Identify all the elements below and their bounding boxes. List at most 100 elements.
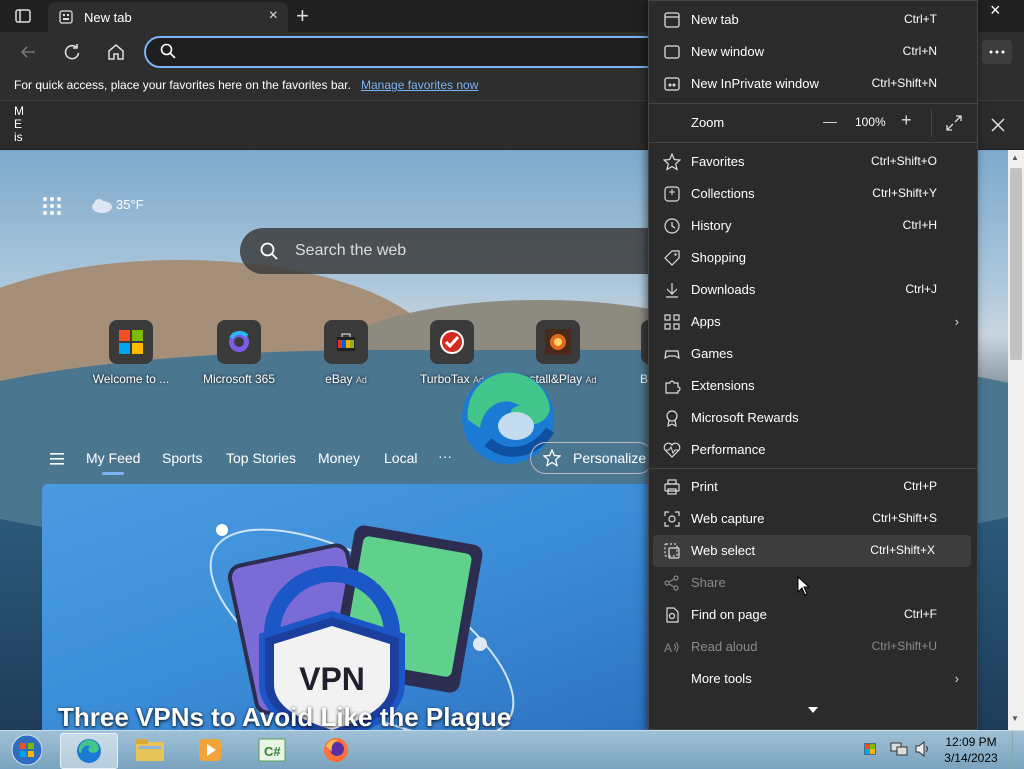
back-icon[interactable]: [18, 42, 38, 62]
settings-and-more-button[interactable]: [982, 40, 1012, 64]
feed-tab-local[interactable]: Local: [384, 450, 417, 466]
svg-text:A: A: [664, 641, 672, 655]
menu-item-shortcut: Ctrl+Shift+U: [871, 639, 937, 653]
scrollbar-thumb[interactable]: [1010, 168, 1022, 360]
network-icon[interactable]: [890, 741, 908, 757]
shortcut-welcome[interactable]: Welcome to ...: [86, 320, 176, 386]
window-icon: [663, 43, 681, 61]
feed-tab-sports[interactable]: Sports: [162, 450, 202, 466]
info-bar-close-icon[interactable]: [990, 117, 1006, 133]
flag-icon[interactable]: [862, 741, 878, 757]
menu-item-history[interactable]: History Ctrl+H: [649, 210, 977, 242]
new-tab-button[interactable]: +: [296, 3, 309, 29]
menu-item-games[interactable]: Games: [649, 338, 977, 370]
menu-item-shortcut: Ctrl+Shift+O: [870, 154, 937, 168]
menu-item-label: New window: [691, 44, 764, 59]
tag-icon: [663, 249, 681, 267]
menu-item-label: Favorites: [691, 154, 745, 169]
personalize-button[interactable]: Personalize: [530, 442, 654, 474]
feed-tab-my-feed[interactable]: My Feed: [86, 450, 140, 466]
tab-close-icon[interactable]: ×: [269, 7, 278, 25]
menu-item-label: Extensions: [691, 378, 755, 393]
scroll-down-icon[interactable]: ▼: [1011, 714, 1019, 723]
tab-actions-icon[interactable]: [14, 7, 32, 25]
taskbar-firefox-button[interactable]: [308, 733, 364, 767]
shortcut-microsoft-365[interactable]: Microsoft 365: [194, 320, 284, 386]
article-card[interactable]: VPN Three VPNs to Avoid Like the Plague: [42, 484, 662, 744]
web-search-box[interactable]: Search the web: [240, 228, 670, 274]
menu-item-more-tools[interactable]: More tools ›: [649, 663, 977, 695]
zoom-out-button[interactable]: —: [823, 113, 837, 129]
feed-menu-icon[interactable]: [50, 452, 66, 466]
menu-item-microsoft-rewards[interactable]: Microsoft Rewards: [649, 402, 977, 434]
menu-item-shortcut: Ctrl+N: [902, 44, 937, 58]
menu-item-label: Shopping: [691, 250, 746, 265]
menu-item-collections[interactable]: Collections Ctrl+Shift+Y: [649, 178, 977, 210]
menu-item-find-on-page[interactable]: Find on page Ctrl+F: [649, 599, 977, 631]
svg-text:C#: C#: [264, 744, 281, 759]
menu-item-favorites[interactable]: Favorites Ctrl+Shift+O: [649, 146, 977, 178]
show-desktop-button[interactable]: [1012, 731, 1024, 769]
new-tab-icon: [663, 11, 681, 29]
search-icon: [260, 242, 278, 260]
address-bar[interactable]: [144, 36, 708, 68]
weather-temperature[interactable]: 35°F: [116, 197, 144, 212]
feed-more-button[interactable]: ···: [438, 448, 452, 464]
feed-tab-money[interactable]: Money: [318, 450, 360, 466]
share-icon: [663, 574, 681, 592]
home-icon[interactable]: [106, 42, 126, 62]
rewards-icon: [663, 409, 681, 427]
clock-time: 12:09 PM: [945, 735, 997, 749]
menu-divider: [649, 468, 977, 469]
star-outline-icon: [543, 449, 561, 467]
taskbar-edge-button[interactable]: [60, 733, 118, 769]
menu-item-extensions[interactable]: Extensions: [649, 370, 977, 402]
scroll-up-icon[interactable]: ▲: [1011, 153, 1019, 162]
chevron-right-icon: ›: [954, 671, 959, 686]
history-icon: [663, 217, 681, 235]
taskbar-clock[interactable]: 12:09 PM 3/14/2023: [936, 734, 1006, 766]
fullscreen-icon[interactable]: [945, 114, 963, 132]
close-window-icon[interactable]: ×: [990, 0, 1001, 21]
feed-tab-top-stories[interactable]: Top Stories: [226, 450, 296, 466]
print-icon: [663, 478, 681, 496]
menu-item-read-aloud[interactable]: A Read aloud Ctrl+Shift+U: [649, 631, 977, 663]
shortcut-label: B: [640, 372, 649, 386]
search-icon: [160, 43, 176, 59]
manage-favorites-link[interactable]: Manage favorites now: [361, 78, 478, 92]
apps-launcher-icon[interactable]: [42, 196, 62, 216]
taskbar-file-explorer-button[interactable]: [122, 733, 178, 767]
find-icon: [663, 606, 681, 624]
menu-item-new-inprivate-window[interactable]: New InPrivate window Ctrl+Shift+N: [649, 68, 977, 100]
menu-item-label: Apps: [691, 314, 721, 329]
weather-cloud-icon[interactable]: [90, 196, 114, 214]
menu-item-label: Share: [691, 575, 726, 590]
taskbar-csharp-button[interactable]: C#: [244, 733, 300, 767]
start-button[interactable]: [2, 733, 52, 767]
menu-item-apps[interactable]: Apps ›: [649, 306, 977, 338]
refresh-icon[interactable]: [62, 42, 82, 62]
scroll-more-icon[interactable]: [807, 705, 819, 715]
star-icon: [663, 153, 681, 171]
menu-item-new-tab[interactable]: New tab Ctrl+T: [649, 4, 977, 36]
menu-item-label: Performance: [691, 442, 766, 457]
menu-item-share[interactable]: Share: [649, 567, 977, 599]
menu-item-web-capture[interactable]: Web capture Ctrl+Shift+S: [649, 503, 977, 535]
menu-item-web-select[interactable]: Web select Ctrl+Shift+X: [653, 535, 971, 567]
tab-title: New tab: [84, 10, 132, 25]
menu-item-new-window[interactable]: New window Ctrl+N: [649, 36, 977, 68]
new-tab-page-icon: [58, 9, 74, 25]
volume-icon[interactable]: [914, 741, 932, 757]
menu-item-print[interactable]: Print Ctrl+P: [649, 471, 977, 503]
ad-badge: Ad: [355, 375, 367, 385]
shortcut-ebay[interactable]: eBay Ad: [301, 320, 391, 386]
zoom-in-button[interactable]: +: [901, 110, 912, 131]
taskbar-media-player-button[interactable]: [182, 733, 238, 767]
vpn-badge-text: VPN: [299, 661, 365, 697]
menu-item-performance[interactable]: Performance: [649, 434, 977, 466]
tab-new-tab[interactable]: New tab ×: [48, 2, 288, 32]
menu-item-shopping[interactable]: Shopping: [649, 242, 977, 274]
extensions-icon: [663, 377, 681, 395]
menu-item-downloads[interactable]: Downloads Ctrl+J: [649, 274, 977, 306]
article-title[interactable]: Three VPNs to Avoid Like the Plague: [58, 702, 511, 733]
